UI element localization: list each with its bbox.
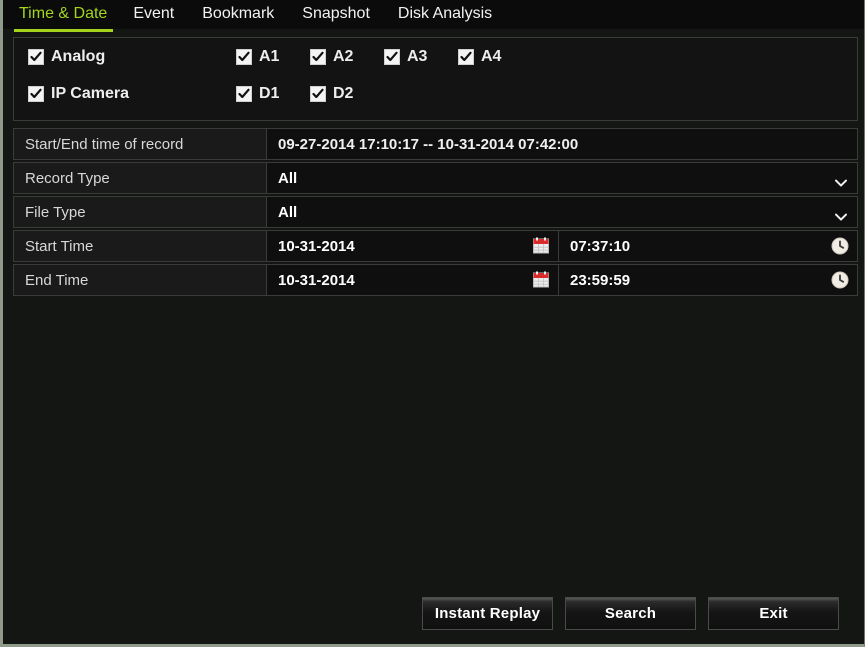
check-icon: [236, 86, 252, 102]
channel-selection-panel: Analog A1 A2 A3 A4 IP Camera D1 D2: [13, 37, 858, 121]
checkbox-a2[interactable]: A2: [310, 44, 353, 70]
ip-camera-channel-row: IP Camera D1 D2: [14, 81, 857, 118]
row-record-span: Start/End time of record 09-27-2014 17:1…: [13, 128, 858, 160]
instant-replay-button[interactable]: Instant Replay: [422, 597, 553, 630]
checkbox-d2[interactable]: D2: [310, 81, 353, 107]
checkbox-a1[interactable]: A1: [236, 44, 279, 70]
checkbox-ip-camera-group[interactable]: IP Camera: [28, 81, 129, 107]
calendar-icon[interactable]: [532, 271, 550, 289]
checkbox-analog-group[interactable]: Analog: [28, 44, 105, 70]
end-time-value: 23:59:59: [570, 271, 631, 289]
calendar-icon[interactable]: [532, 237, 550, 255]
end-time-input[interactable]: 23:59:59: [559, 264, 858, 296]
exit-button[interactable]: Exit: [708, 597, 839, 630]
tab-disk-analysis[interactable]: Disk Analysis: [384, 0, 506, 29]
check-icon: [310, 49, 326, 65]
chevron-down-icon[interactable]: [835, 208, 847, 221]
file-type-label: File Type: [13, 196, 267, 228]
playback-search-dialog: Time & Date Event Bookmark Snapshot Disk…: [0, 0, 865, 647]
checkbox-analog-label: Analog: [51, 48, 106, 65]
row-start-time: Start Time 10-31-2014 07:37:10: [13, 230, 858, 262]
clock-icon[interactable]: [831, 237, 849, 255]
checkbox-a3-label: A3: [407, 48, 428, 65]
record-type-value: All: [278, 169, 298, 187]
start-time-label: Start Time: [13, 230, 267, 262]
checkbox-a1-label: A1: [259, 48, 280, 65]
record-type-select[interactable]: All: [267, 162, 858, 194]
start-date-input[interactable]: 10-31-2014: [267, 230, 559, 262]
tab-time-and-date[interactable]: Time & Date: [14, 0, 114, 32]
tab-bookmark[interactable]: Bookmark: [188, 0, 288, 29]
row-record-type: Record Type All: [13, 162, 858, 194]
checkbox-a4-label: A4: [481, 48, 502, 65]
row-file-type: File Type All: [13, 196, 858, 228]
checkbox-d2-label: D2: [333, 85, 354, 102]
record-span-label: Start/End time of record: [13, 128, 267, 160]
checkbox-d1-label: D1: [259, 85, 280, 102]
file-type-select[interactable]: All: [267, 196, 858, 228]
record-type-label: Record Type: [13, 162, 267, 194]
check-icon: [236, 49, 252, 65]
checkbox-ip-camera-label: IP Camera: [51, 85, 129, 102]
tab-bar: Time & Date Event Bookmark Snapshot Disk…: [3, 0, 864, 32]
end-time-label: End Time: [13, 264, 267, 296]
checkbox-a2-label: A2: [333, 48, 354, 65]
start-time-value: 07:37:10: [570, 237, 631, 255]
row-end-time: End Time 10-31-2014 23:59:59: [13, 264, 858, 296]
search-form: Start/End time of record 09-27-2014 17:1…: [13, 128, 858, 298]
check-icon: [28, 49, 44, 65]
clock-icon[interactable]: [831, 271, 849, 289]
check-icon: [458, 49, 474, 65]
start-time-input[interactable]: 07:37:10: [559, 230, 858, 262]
tab-snapshot[interactable]: Snapshot: [288, 0, 384, 29]
start-date-value: 10-31-2014: [278, 237, 355, 255]
record-span-value: 09-27-2014 17:10:17 -- 10-31-2014 07:42:…: [267, 128, 858, 160]
end-date-input[interactable]: 10-31-2014: [267, 264, 559, 296]
chevron-down-icon[interactable]: [835, 174, 847, 187]
end-date-value: 10-31-2014: [278, 271, 355, 289]
checkbox-a4[interactable]: A4: [458, 44, 501, 70]
check-icon: [310, 86, 326, 102]
checkbox-a3[interactable]: A3: [384, 44, 427, 70]
check-icon: [384, 49, 400, 65]
check-icon: [28, 86, 44, 102]
search-button[interactable]: Search: [565, 597, 696, 630]
footer-button-bar: Instant Replay Search Exit: [3, 597, 861, 630]
checkbox-d1[interactable]: D1: [236, 81, 279, 107]
tab-event[interactable]: Event: [119, 0, 188, 29]
file-type-value: All: [278, 203, 298, 221]
analog-channel-row: Analog A1 A2 A3 A4: [14, 44, 857, 81]
